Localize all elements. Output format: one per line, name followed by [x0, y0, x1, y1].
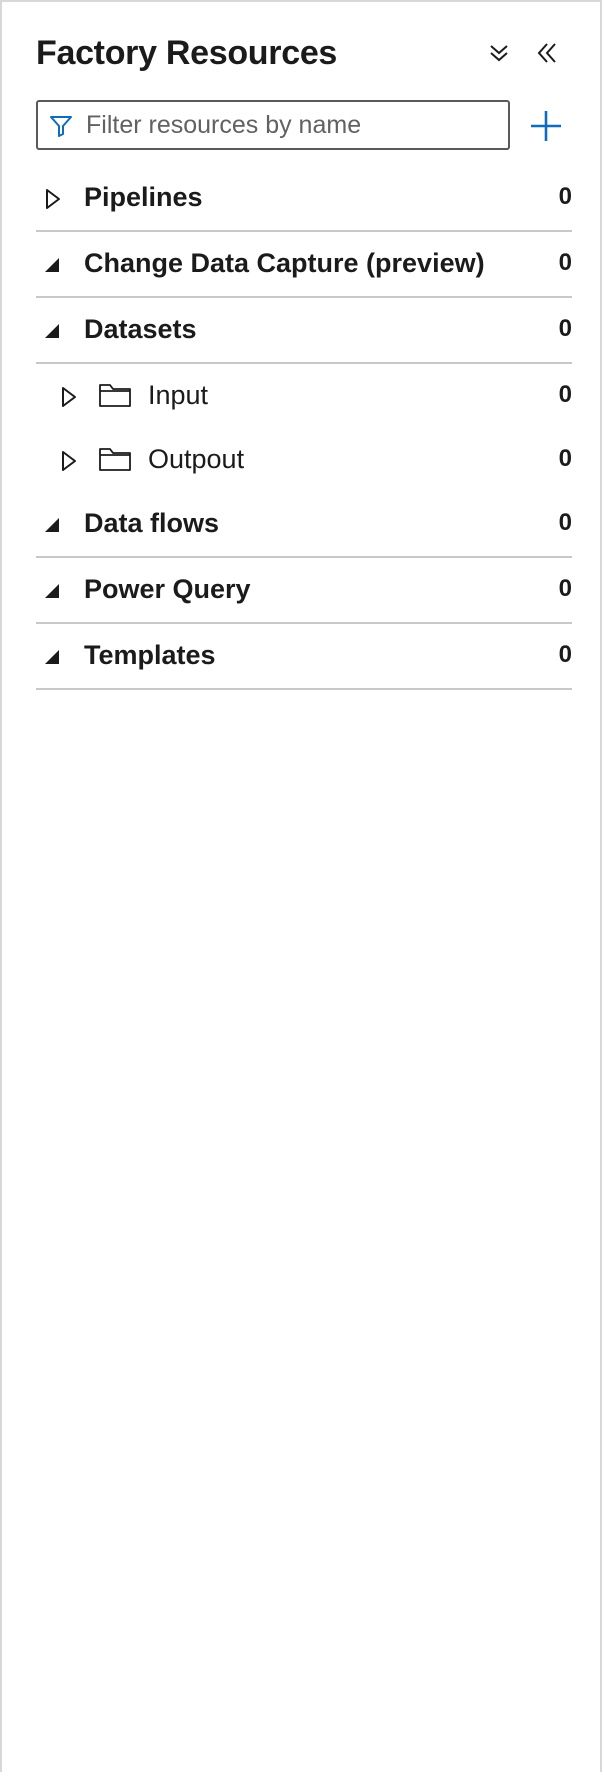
- caret-expanded-icon[interactable]: [42, 580, 64, 602]
- caret-expanded-icon[interactable]: [42, 254, 64, 276]
- tree-item-label: Change Data Capture (preview): [84, 248, 485, 278]
- add-resource-button[interactable]: [524, 104, 568, 148]
- page-title: Factory Resources: [36, 34, 338, 72]
- filter-funnel-icon: [50, 116, 72, 137]
- folder-icon: [99, 448, 131, 471]
- tree-item-label: Power Query: [84, 574, 251, 604]
- tree-item-folder-input[interactable]: Input 0: [36, 364, 572, 428]
- tree-item-change-data-capture[interactable]: Change Data Capture (preview) 0: [36, 232, 572, 298]
- tree-item-label: Input: [148, 380, 209, 410]
- caret-right-icon[interactable]: [42, 188, 64, 210]
- tree-item-count: 0: [558, 183, 572, 210]
- tree-item-datasets[interactable]: Datasets 0: [36, 298, 572, 364]
- tree-item-label: Templates: [84, 640, 216, 670]
- tree-item-label: Pipelines: [84, 182, 203, 212]
- filter-resources-input[interactable]: [86, 106, 496, 144]
- tree-item-label: Outpout: [148, 444, 245, 474]
- tree-item-count: 0: [558, 509, 572, 536]
- resource-tree: Pipelines 0 Change Data Capture (preview…: [36, 166, 572, 690]
- tree-item-label: Data flows: [84, 508, 220, 538]
- caret-expanded-icon[interactable]: [42, 320, 64, 342]
- factory-resources-panel: Factory Resources Filter resources by na…: [0, 0, 602, 1772]
- double-chevron-left-icon: [537, 43, 556, 63]
- tree-item-templates[interactable]: Templates 0: [36, 624, 572, 690]
- tree-item-count: 0: [558, 575, 572, 602]
- folder-icon: [99, 384, 131, 407]
- caret-right-icon[interactable]: [58, 450, 80, 472]
- double-chevron-down-icon: [490, 45, 508, 62]
- caret-right-icon[interactable]: [58, 386, 80, 408]
- tree-item-count: 0: [558, 249, 572, 276]
- filter-row: [36, 100, 576, 152]
- tree-item-label: Datasets: [84, 314, 197, 344]
- tree-item-count: 0: [558, 381, 572, 408]
- caret-expanded-icon[interactable]: [42, 514, 64, 536]
- caret-expanded-icon[interactable]: [42, 646, 64, 668]
- tree-item-folder-outpout[interactable]: Outpout 0: [36, 428, 572, 492]
- tree-item-count: 0: [558, 315, 572, 342]
- panel-header: Factory Resources: [36, 30, 572, 82]
- tree-item-count: 0: [558, 641, 572, 668]
- plus-icon: [531, 111, 561, 141]
- collapse-panel-button[interactable]: [530, 36, 564, 70]
- tree-item-count: 0: [558, 445, 572, 472]
- filter-box: [36, 100, 510, 150]
- tree-item-pipelines[interactable]: Pipelines 0: [36, 166, 572, 232]
- expand-all-button[interactable]: [482, 36, 516, 70]
- tree-item-power-query[interactable]: Power Query 0: [36, 558, 572, 624]
- tree-item-data-flows[interactable]: Data flows 0: [36, 492, 572, 558]
